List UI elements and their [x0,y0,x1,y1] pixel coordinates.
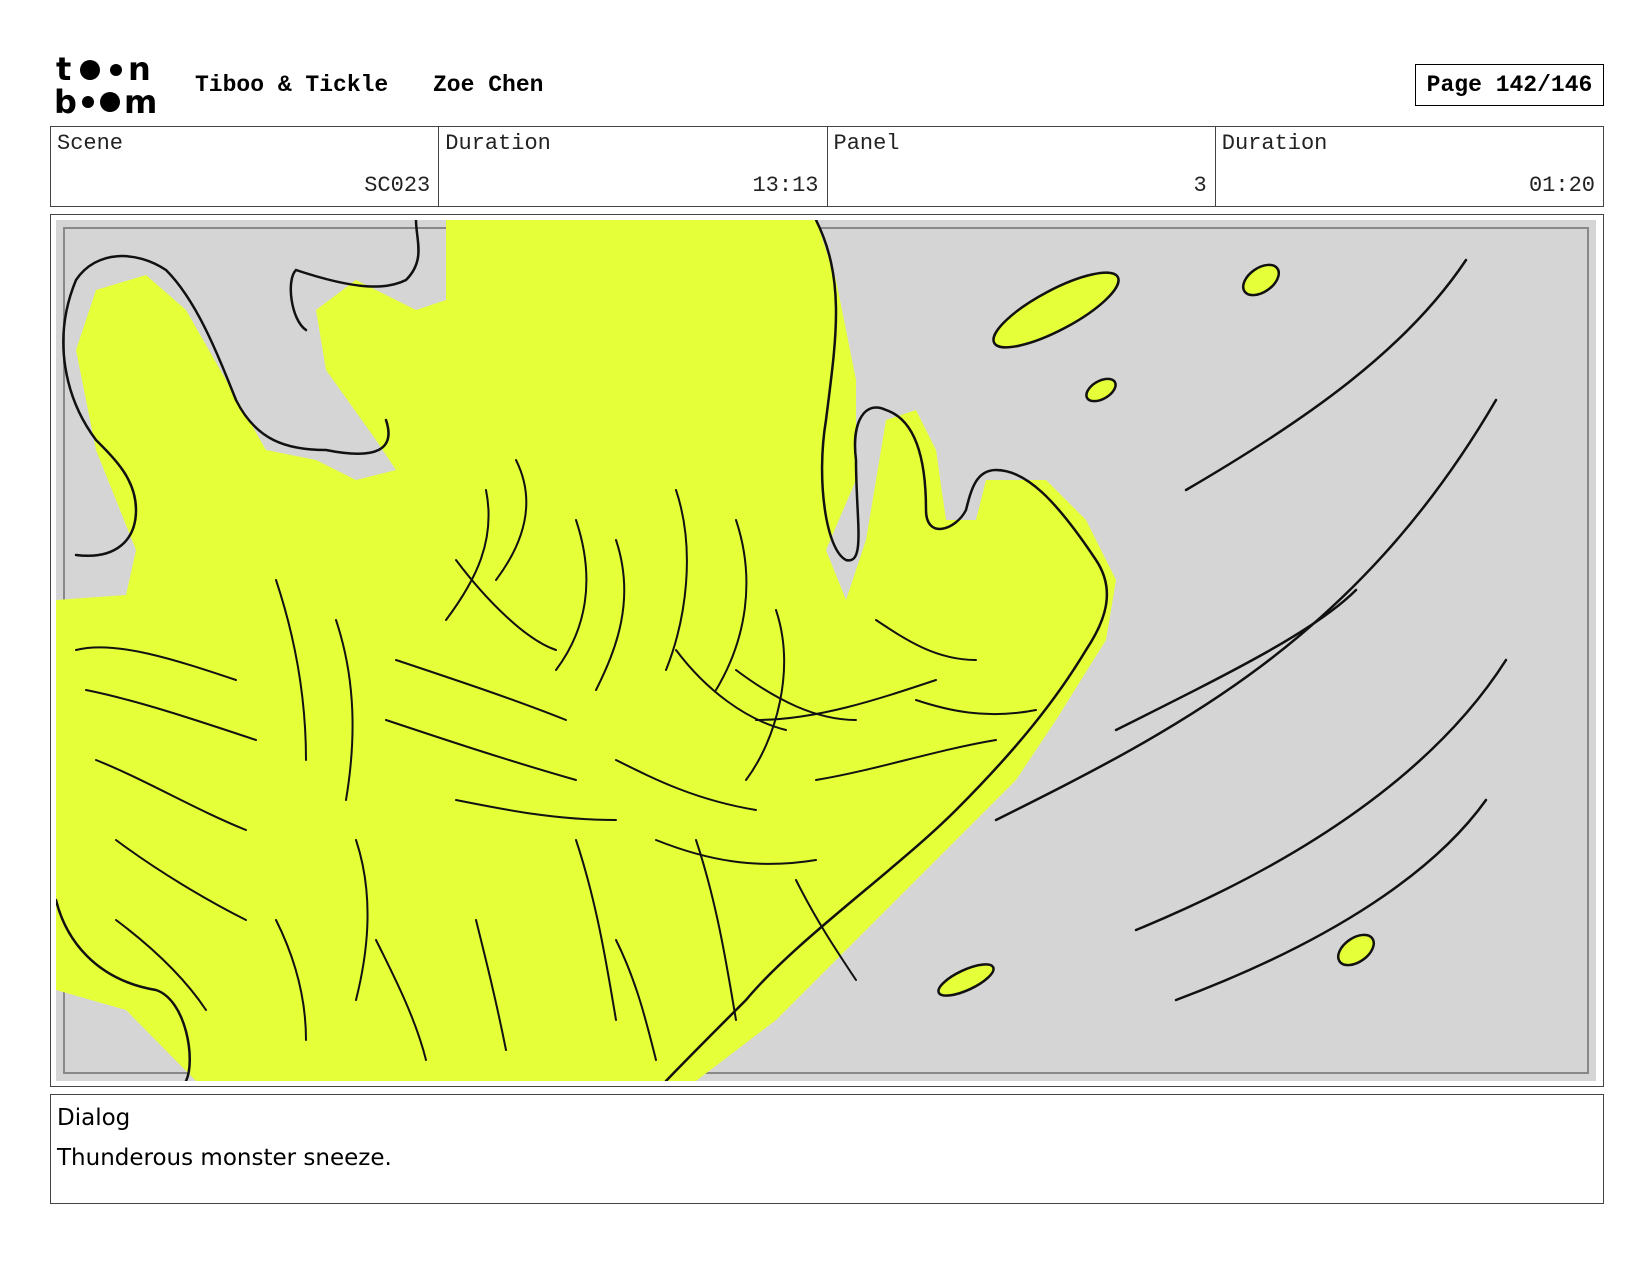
dialog-text: Thunderous monster sneeze. [57,1145,392,1171]
scene-duration-cell: Duration 13:13 [439,127,828,206]
show-title: Tiboo & Tickle [195,72,389,98]
scene-duration-value: 13:13 [752,173,819,198]
scene-duration-label: Duration [445,131,551,156]
page-prefix: Page [1426,72,1482,98]
panel-cell: Panel 3 [828,127,1216,206]
scene-label: Scene [57,131,124,156]
svg-text:m: m [124,83,157,116]
svg-text:b: b [54,83,77,116]
panel-drawing [56,220,1596,1081]
artist-name: Zoe Chen [433,72,544,98]
storyboard-panel [50,214,1604,1087]
panel-duration-label: Duration [1221,131,1328,156]
scene-value: SC023 [364,173,431,198]
page-indicator: Page 142/146 [1415,64,1604,106]
panel-duration-value: 01:20 [1528,173,1595,198]
toon-boom-logo: t n b m [54,50,172,121]
scene-info-table: Scene SC023 Duration 13:13 Panel 3 Durat… [50,126,1604,207]
dialog-box: Dialog Thunderous monster sneeze. [50,1094,1604,1204]
panel-value: 3 [1193,173,1207,198]
scene-cell: Scene SC023 [51,127,440,206]
dialog-label: Dialog [57,1105,131,1131]
panel-duration-cell: Duration 01:20 [1216,127,1603,206]
page-number: 142/146 [1495,72,1593,98]
panel-label: Panel [833,131,900,156]
